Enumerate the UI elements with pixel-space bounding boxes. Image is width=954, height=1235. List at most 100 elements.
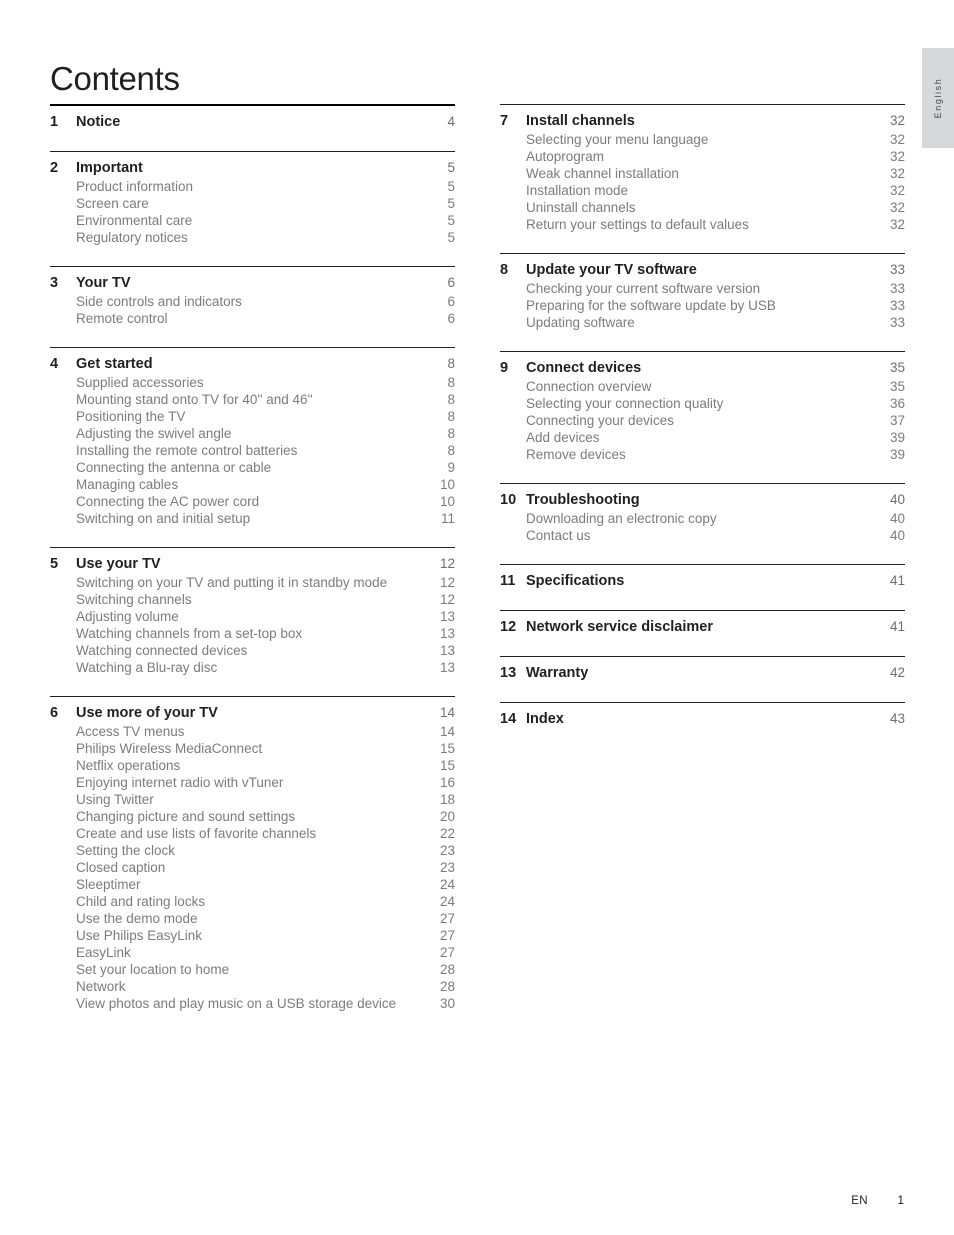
toc-section-heading[interactable]: 7 Install channels 32 <box>500 105 905 129</box>
entry-label: Downloading an electronic copy <box>526 511 717 526</box>
entry-label: Autoprogram <box>526 149 605 164</box>
entry-label: Add devices <box>526 430 600 445</box>
entry-label: Changing picture and sound settings <box>76 809 296 824</box>
toc-entry[interactable]: Use the demo mode 27 <box>50 909 455 926</box>
toc-entry[interactable]: Preparing for the software update by USB… <box>500 296 905 313</box>
entry-label: Positioning the TV <box>76 409 186 424</box>
toc-entry[interactable]: Sleeptimer 24 <box>50 875 455 892</box>
toc-entry[interactable]: Installing the remote control batteries 8 <box>50 441 455 458</box>
toc-entry[interactable]: Connection overview 35 <box>500 376 905 394</box>
entry-label: Managing cables <box>76 477 179 492</box>
toc-entry[interactable]: Updating software 33 <box>500 313 905 330</box>
entry-page-number: 11 <box>440 511 455 526</box>
entry-page-number: 30 <box>439 996 455 1011</box>
toc-entry[interactable]: Downloading an electronic copy 40 <box>500 508 905 526</box>
toc-entry[interactable]: Remove devices 39 <box>500 445 905 462</box>
toc-entry[interactable]: Side controls and indicators 6 <box>50 291 455 309</box>
toc-entry[interactable]: Contact us 40 <box>500 526 905 543</box>
toc-section-heading[interactable]: 10 Troubleshooting 40 <box>500 484 905 508</box>
toc-section: 12 Network service disclaimer 41 <box>500 589 905 635</box>
toc-entry[interactable]: Using Twitter 18 <box>50 790 455 807</box>
toc-section-heading[interactable]: 11 Specifications 41 <box>500 565 905 589</box>
toc-entry[interactable]: Selecting your menu language 32 <box>500 129 905 147</box>
toc-section-heading[interactable]: 1 Notice 4 <box>50 106 455 130</box>
toc-section-heading[interactable]: 12 Network service disclaimer 41 <box>500 611 905 635</box>
toc-entry[interactable]: Supplied accessories 8 <box>50 372 455 390</box>
entry-page-number: 24 <box>439 877 455 892</box>
toc-section-heading[interactable]: 3 Your TV 6 <box>50 267 455 291</box>
entry-label: Screen care <box>76 196 149 211</box>
toc-entry[interactable]: Remote control 6 <box>50 309 455 326</box>
toc-entry[interactable]: Add devices 39 <box>500 428 905 445</box>
toc-section-heading[interactable]: 8 Update your TV software 33 <box>500 254 905 278</box>
toc-entry[interactable]: Connecting the AC power cord 10 <box>50 492 455 509</box>
toc-entry[interactable]: Watching connected devices 13 <box>50 641 455 658</box>
toc-entry[interactable]: Setting the clock 23 <box>50 841 455 858</box>
toc-entry[interactable]: Autoprogram 32 <box>500 147 905 164</box>
toc-entry[interactable]: Return your settings to default values 32 <box>500 215 905 232</box>
toc-entry[interactable]: EasyLink 27 <box>50 943 455 960</box>
toc-section-heading[interactable]: 5 Use your TV 12 <box>50 548 455 572</box>
section-number: 10 <box>500 492 517 508</box>
toc-entry[interactable]: Switching channels 12 <box>50 590 455 607</box>
toc-entry[interactable]: Use Philips EasyLink 27 <box>50 926 455 943</box>
toc-entry[interactable]: Access TV menus 14 <box>50 721 455 739</box>
toc-entry[interactable]: Create and use lists of favorite channel… <box>50 824 455 841</box>
toc-entry[interactable]: Selecting your connection quality 36 <box>500 394 905 411</box>
entry-page-number: 10 <box>439 494 455 509</box>
toc-entry[interactable]: Switching on your TV and putting it in s… <box>50 572 455 590</box>
entry-page-number: 13 <box>439 660 455 675</box>
toc-entry[interactable]: Product information 5 <box>50 176 455 194</box>
toc-entry[interactable]: Positioning the TV 8 <box>50 407 455 424</box>
toc-section-heading[interactable]: 4 Get started 8 <box>50 348 455 372</box>
toc-entry[interactable]: Watching a Blu-ray disc 13 <box>50 658 455 675</box>
entry-page-number: 32 <box>889 183 905 198</box>
toc-section-heading[interactable]: 13 Warranty 42 <box>500 657 905 681</box>
toc-entry[interactable]: Mounting stand onto TV for 40'' and 46''… <box>50 390 455 407</box>
entry-page-number: 40 <box>889 511 905 526</box>
toc-entry[interactable]: Environmental care 5 <box>50 211 455 228</box>
toc-entry[interactable]: Switching on and initial setup 11 <box>50 509 455 526</box>
section-title: Your TV <box>76 275 131 291</box>
entry-label: Switching on and initial setup <box>76 511 251 526</box>
toc-entry[interactable]: Managing cables 10 <box>50 475 455 492</box>
section-number: 12 <box>500 619 517 635</box>
toc-entry[interactable]: Network 28 <box>50 977 455 994</box>
entry-page-number: 33 <box>889 298 905 313</box>
toc-entry[interactable]: Enjoying internet radio with vTuner 16 <box>50 773 455 790</box>
toc-entry[interactable]: Weak channel installation 32 <box>500 164 905 181</box>
toc-entry[interactable]: Changing picture and sound settings 20 <box>50 807 455 824</box>
entry-page-number: 6 <box>447 294 455 309</box>
toc-entry[interactable]: Child and rating locks 24 <box>50 892 455 909</box>
toc-entry[interactable]: Adjusting the swivel angle 8 <box>50 424 455 441</box>
toc-section-heading[interactable]: 9 Connect devices 35 <box>500 352 905 376</box>
toc-entry[interactable]: Installation mode 32 <box>500 181 905 198</box>
toc-entry[interactable]: Closed caption 23 <box>50 858 455 875</box>
toc-entry[interactable]: Netflix operations 15 <box>50 756 455 773</box>
toc-column-left: 1 Notice 4 2 Important 5 Product information 5 S… <box>50 104 455 1011</box>
toc-entry[interactable]: Philips Wireless MediaConnect 15 <box>50 739 455 756</box>
section-number: 5 <box>50 556 59 572</box>
toc-entry[interactable]: Regulatory notices 5 <box>50 228 455 245</box>
toc-entry[interactable]: Connecting your devices 37 <box>500 411 905 428</box>
toc-entry[interactable]: View photos and play music on a USB stor… <box>50 994 455 1011</box>
toc-entry[interactable]: Screen care 5 <box>50 194 455 211</box>
toc-entry[interactable]: Set your location to home 28 <box>50 960 455 977</box>
toc-section-heading[interactable]: 6 Use more of your TV 14 <box>50 697 455 721</box>
toc-entry[interactable]: Uninstall channels 32 <box>500 198 905 215</box>
section-number: 8 <box>500 262 509 278</box>
entry-label: Contact us <box>526 528 591 543</box>
entry-page-number: 37 <box>889 413 905 428</box>
toc-section-heading[interactable]: 2 Important 5 <box>50 152 455 176</box>
toc-entry[interactable]: Adjusting volume 13 <box>50 607 455 624</box>
toc-entry[interactable]: Connecting the antenna or cable 9 <box>50 458 455 475</box>
entry-page-number: 8 <box>447 392 455 407</box>
entry-page-number: 27 <box>439 928 455 943</box>
toc-entry[interactable]: Checking your current software version 33 <box>500 278 905 296</box>
section-title: Important <box>76 160 143 176</box>
toc-section-heading[interactable]: 14 Index 43 <box>500 703 905 727</box>
entry-label: Netflix operations <box>76 758 181 773</box>
toc-entry[interactable]: Watching channels from a set-top box 13 <box>50 624 455 641</box>
